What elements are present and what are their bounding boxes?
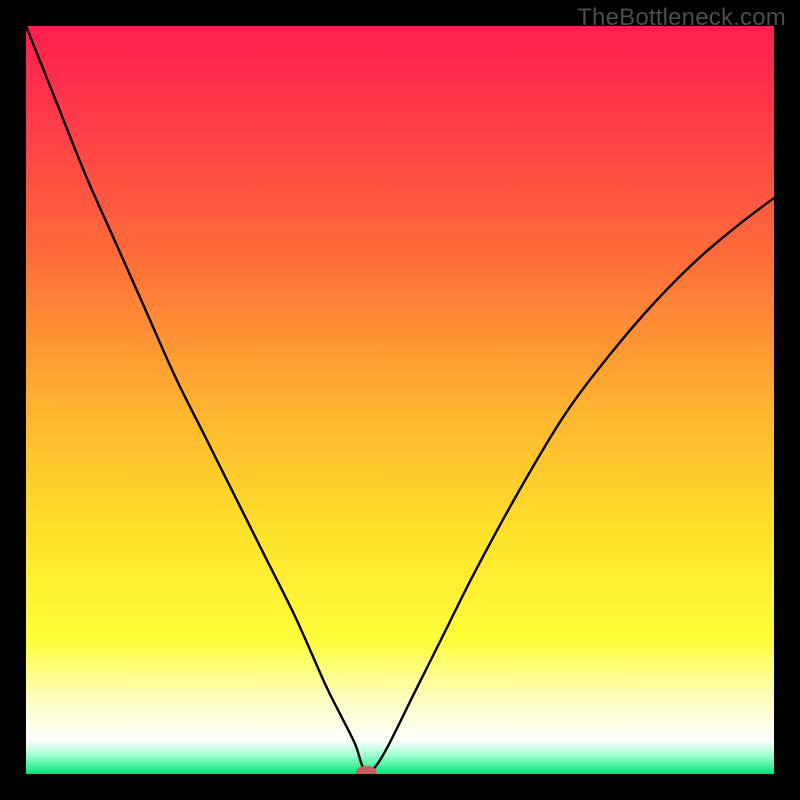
bottleneck-chart [26, 26, 774, 774]
watermark-text: TheBottleneck.com [577, 4, 786, 32]
gradient-background [26, 26, 774, 774]
chart-container: TheBottleneck.com [0, 0, 800, 800]
plot-area [26, 26, 774, 774]
